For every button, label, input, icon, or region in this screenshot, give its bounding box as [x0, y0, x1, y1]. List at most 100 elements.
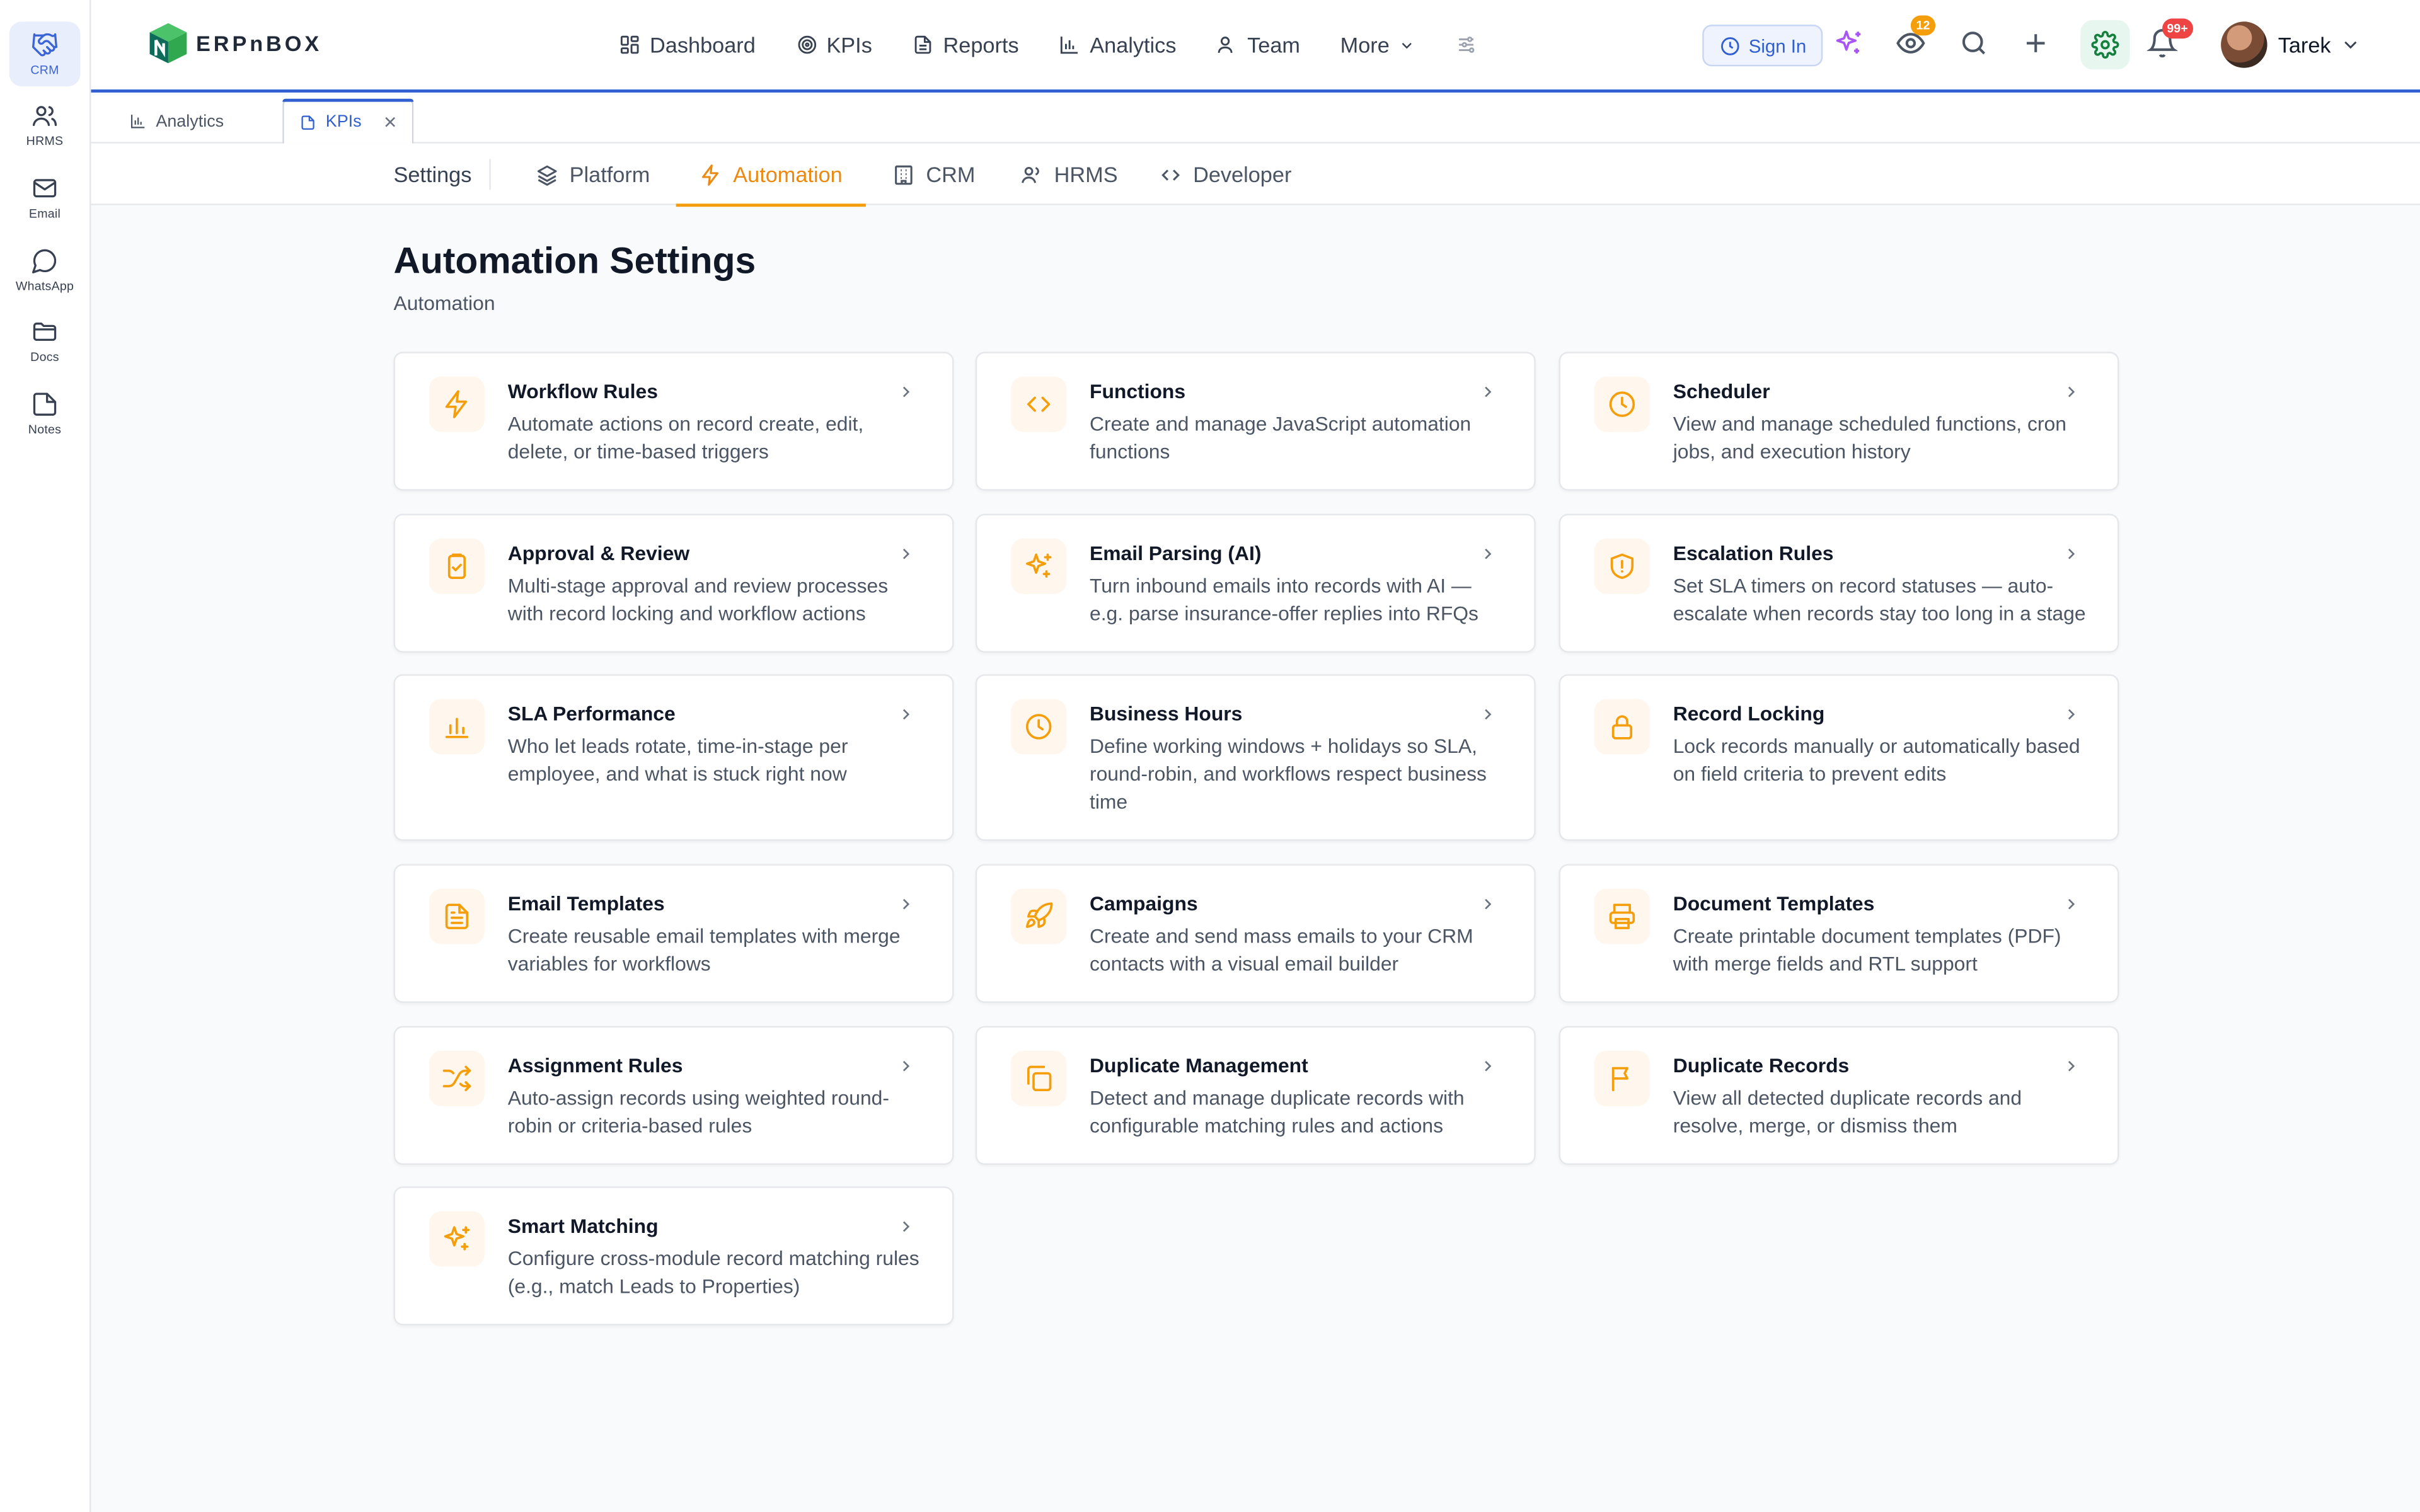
target-icon: [797, 35, 815, 54]
nav-more-label: More: [1340, 32, 1390, 57]
card-title: Email Parsing (AI): [1089, 541, 1262, 565]
card-description: Automate actions on record create, edit,…: [507, 411, 864, 463]
rail-item-email[interactable]: Email: [9, 165, 81, 230]
settings-card-document-templates[interactable]: Document Templates Create printable docum…: [1559, 864, 2119, 1003]
code-icon: [1027, 396, 1051, 412]
divider: [489, 159, 491, 190]
avatar[interactable]: [2221, 21, 2267, 68]
brand-logo[interactable]: ERPnBOX: [147, 21, 322, 65]
gear-icon: [2091, 31, 2119, 59]
settings-card-escalation-rules[interactable]: Escalation Rules Set SLA timers on record…: [1559, 513, 2119, 653]
settings-card-business-hours[interactable]: Business Hours Define working windows + h…: [975, 674, 1536, 841]
card-description: Create printable document templates (PDF…: [1673, 924, 2061, 975]
settings-card-sla-performance[interactable]: SLA Performance Who let leads rotate, tim…: [393, 674, 954, 841]
chevron-right-icon: [897, 893, 915, 912]
settings-button[interactable]: [2080, 20, 2130, 70]
rail-label: CRM: [30, 63, 59, 77]
nav-label: Dashboard: [650, 32, 756, 57]
tab-crm[interactable]: CRM: [892, 144, 976, 205]
settings-card-smart-matching[interactable]: Smart Matching Configure cross-module rec…: [393, 1186, 954, 1326]
page-subtitle: Automation: [393, 291, 495, 315]
rail-label: WhatsApp: [15, 279, 74, 294]
nav-analytics[interactable]: Analytics: [1059, 32, 1176, 57]
rail-item-docs[interactable]: Docs: [9, 309, 81, 374]
card-icon-tile: [1011, 1050, 1067, 1106]
card-title: SLA Performance: [507, 702, 676, 726]
rail-item-notes[interactable]: Notes: [9, 381, 81, 446]
settings-card-email-parsing-ai[interactable]: Email Parsing (AI) Turn inbound emails in…: [975, 513, 1536, 653]
users-icon: [32, 106, 57, 127]
chevron-down-icon[interactable]: [2340, 34, 2361, 55]
rail-item-whatsapp[interactable]: WhatsApp: [9, 238, 81, 302]
close-icon[interactable]: ✕: [383, 112, 398, 132]
tab-automation[interactable]: Automation: [676, 144, 865, 207]
settings-card-email-templates[interactable]: Email Templates Create reusable email tem…: [393, 864, 954, 1003]
sparkles-icon: [444, 1226, 470, 1251]
chevron-right-icon: [1485, 898, 1492, 910]
card-title: Approval & Review: [507, 541, 690, 565]
settings-card-assignment-rules[interactable]: Assignment Rules Auto-assign records usin…: [393, 1026, 954, 1165]
settings-card-duplicate-management[interactable]: Duplicate Management Detect and manage du…: [975, 1026, 1536, 1165]
settings-card-record-locking[interactable]: Record Locking Lock records manually or a…: [1559, 674, 2119, 841]
tab-developer[interactable]: Developer: [1159, 144, 1291, 205]
rail-item-crm[interactable]: CRM: [9, 21, 81, 87]
settings-card-duplicate-records[interactable]: Duplicate Records View all detected dupli…: [1559, 1026, 2119, 1165]
clock-icon: [1025, 714, 1052, 740]
chevron-down-icon: [1402, 42, 1412, 49]
rail-item-hrms[interactable]: HRMS: [9, 93, 81, 158]
nav-more[interactable]: More: [1340, 32, 1416, 57]
dashboard-icon: [620, 35, 639, 54]
search-icon: [1962, 32, 1986, 55]
chevron-right-icon: [2062, 893, 2080, 912]
report-icon: [914, 35, 931, 54]
chevron-right-icon: [902, 709, 910, 720]
nav-label: Analytics: [1090, 32, 1177, 57]
card-title: Duplicate Records: [1673, 1053, 1850, 1077]
nav-team[interactable]: Team: [1216, 32, 1300, 57]
nav-reports[interactable]: Reports: [913, 32, 1019, 57]
chevron-right-icon: [2062, 543, 2080, 561]
tab-hrms[interactable]: HRMS: [1020, 144, 1118, 205]
nav-kpis[interactable]: KPIs: [795, 32, 872, 57]
settings-card-scheduler[interactable]: Scheduler View and manage scheduled funct…: [1559, 352, 2119, 491]
notifications-button[interactable]: 99+: [2146, 18, 2192, 62]
chevron-right-icon: [2068, 1060, 2075, 1072]
rail-label: HRMS: [26, 134, 64, 149]
search-button[interactable]: [1959, 28, 1993, 62]
card-title: Smart Matching: [507, 1214, 659, 1238]
open-tab-analytics[interactable]: Analytics: [130, 99, 224, 144]
subnav-title: Settings: [393, 162, 472, 187]
card-icon-tile: [429, 1211, 485, 1267]
rail-label: Notes: [28, 423, 62, 437]
chevron-right-icon: [2062, 381, 2080, 399]
nav-dashboard[interactable]: Dashboard: [619, 32, 756, 57]
nav-label: KPIs: [826, 32, 872, 57]
card-title: Duplicate Management: [1089, 1053, 1308, 1077]
settings-subnav: Settings Platform Automation CRM HRMS De…: [91, 143, 2420, 207]
card-title: Record Locking: [1673, 702, 1825, 726]
tab-platform[interactable]: Platform: [536, 144, 650, 205]
clipboard-check-icon: [447, 553, 466, 579]
bar-chart-icon: [130, 115, 145, 129]
create-button[interactable]: [2020, 28, 2054, 62]
chevron-right-icon: [902, 898, 910, 910]
rail-label: Docs: [30, 350, 59, 364]
sign-in-button[interactable]: Sign In: [1702, 25, 1824, 67]
settings-card-campaigns[interactable]: Campaigns Create and send mass emails to …: [975, 864, 1536, 1003]
chat-bubble-icon: [32, 249, 57, 273]
lightning-icon: [701, 163, 719, 185]
nav-customize[interactable]: [1456, 34, 1477, 55]
settings-card-workflow-rules[interactable]: Workflow Rules Automate actions on record…: [393, 352, 954, 491]
settings-card-approval-review[interactable]: Approval & Review Multi-stage approval an…: [393, 513, 954, 653]
card-title: Email Templates: [507, 891, 665, 915]
nav-label: Team: [1247, 32, 1300, 57]
ai-assistant-button[interactable]: [1833, 28, 1867, 62]
watch-button[interactable]: 12: [1895, 15, 1936, 62]
open-tab-kpis[interactable]: KPIs ✕: [282, 98, 415, 144]
settings-card-functions[interactable]: Functions Create and manage JavaScript au…: [975, 352, 1536, 491]
chevron-right-icon: [902, 1060, 910, 1072]
chevron-right-icon: [897, 543, 915, 561]
chevron-right-icon: [902, 386, 910, 398]
card-description: Auto-assign records using weighted round…: [507, 1086, 889, 1137]
user-name[interactable]: Tarek: [2278, 32, 2331, 57]
